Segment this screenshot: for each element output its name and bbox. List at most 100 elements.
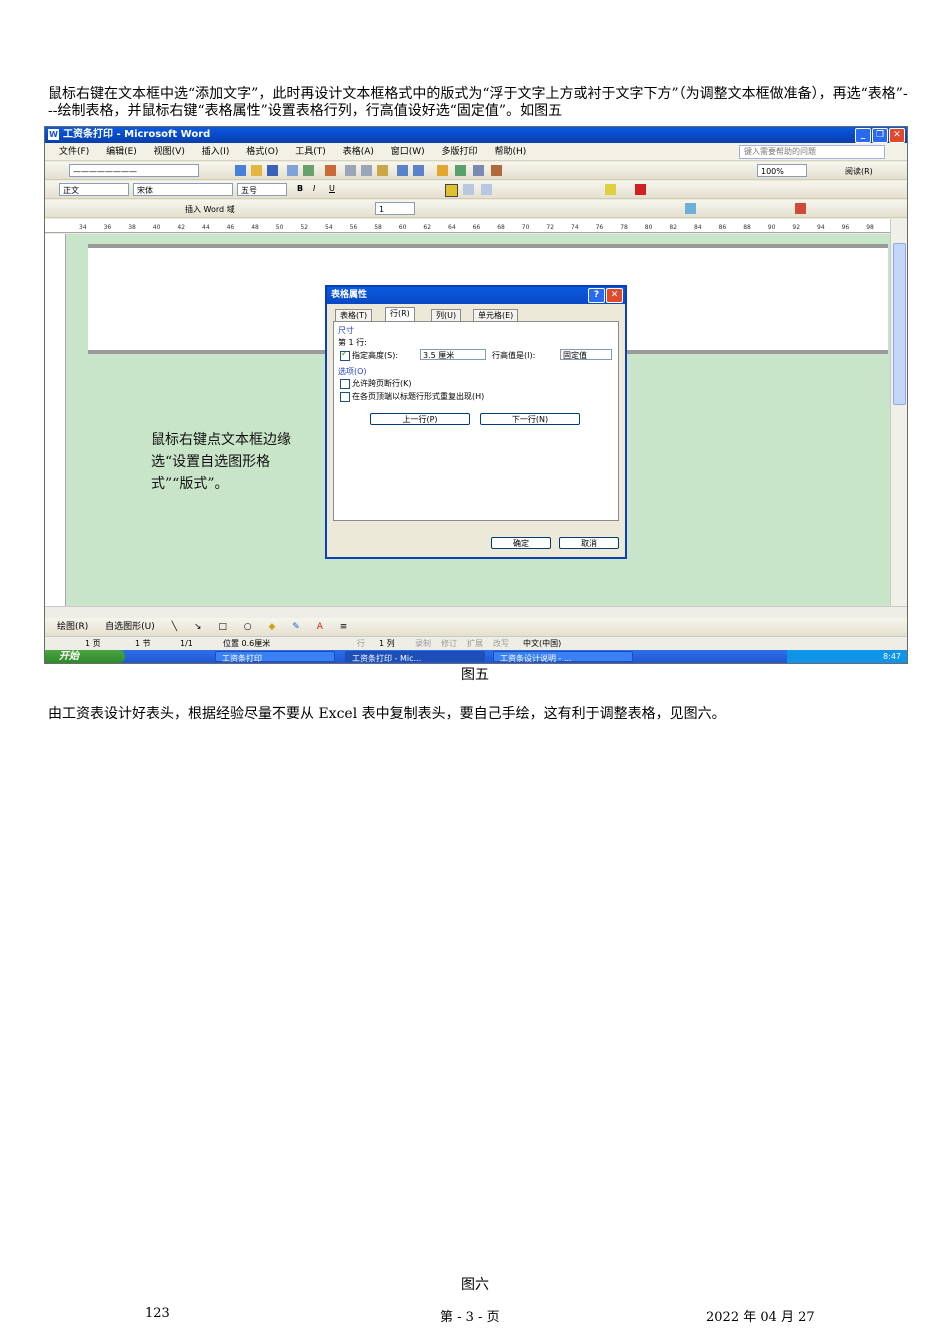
standard-toolbar: ———————— 100% 阅读(R) — [45, 162, 907, 180]
formatting-toolbar: 正文 宋体 五号 B I U — [45, 181, 907, 199]
help-search-input[interactable]: 键入需要帮助的问题 — [739, 145, 885, 159]
underline-icon[interactable]: U — [329, 184, 335, 193]
bold-icon[interactable]: B — [297, 184, 303, 193]
status-bar: 1 页 1 节 1/1 位置 0.6厘米 行 1 列 录制 修订 扩展 改写 中… — [45, 636, 907, 650]
text-color-icon[interactable]: A — [317, 618, 323, 636]
font-combo[interactable]: 宋体 — [133, 183, 233, 196]
italic-icon[interactable]: I — [313, 184, 315, 193]
line-icon[interactable]: ╲ — [172, 618, 177, 636]
previous-row-button[interactable]: 上一行(P) — [370, 413, 470, 425]
menu-window[interactable]: 窗口(W) — [391, 143, 425, 161]
ruler-tick-label: 98 — [866, 224, 874, 231]
font-color-icon[interactable] — [635, 184, 646, 195]
draw-menu[interactable]: 绘图(R) — [57, 618, 88, 636]
style-combo[interactable]: 正文 — [59, 183, 129, 196]
record-number-field[interactable]: 1 — [375, 202, 415, 215]
status-trk[interactable]: 修订 — [441, 637, 457, 651]
oval-icon[interactable]: ○ — [244, 618, 252, 636]
vertical-scrollbar[interactable] — [890, 219, 907, 606]
minimize-icon[interactable]: _ — [855, 128, 871, 143]
dialog-close-icon[interactable]: ✕ — [606, 288, 623, 303]
zoom-combo[interactable]: 100% — [757, 164, 807, 177]
copy-icon[interactable] — [361, 165, 372, 176]
horizontal-scrollbar[interactable] — [45, 606, 907, 618]
print-preview-icon[interactable] — [303, 165, 314, 176]
repeat-header-checkbox[interactable] — [340, 392, 350, 402]
menu-table[interactable]: 表格(A) — [343, 143, 374, 161]
menu-multi-print[interactable]: 多版打印 — [442, 143, 478, 161]
ruler-tick-label: 38 — [128, 224, 136, 231]
spelling-icon[interactable] — [325, 165, 336, 176]
insert-excel-icon[interactable] — [455, 165, 466, 176]
open-folder-icon[interactable] — [251, 165, 262, 176]
task-word-other[interactable]: 工资条设计说明 - ... — [493, 651, 633, 663]
ruler-tick-label: 78 — [620, 224, 628, 231]
menu-view[interactable]: 视图(V) — [154, 143, 185, 161]
table-properties-dialog: 表格属性 ? ✕ 表格(T) 行(R) 列(U) 单元格(E) 尺寸 第 1 行… — [325, 285, 627, 559]
arrow-icon[interactable]: ↘ — [194, 618, 202, 636]
line-style-icon[interactable]: ≡ — [340, 618, 348, 636]
ok-button[interactable]: 确定 — [491, 537, 551, 549]
align-right-icon[interactable] — [481, 184, 492, 195]
allow-break-checkbox[interactable] — [340, 379, 350, 389]
read-button[interactable]: 阅读(R) — [845, 166, 873, 177]
ruler-tick-label: 84 — [694, 224, 702, 231]
cut-icon[interactable] — [345, 165, 356, 176]
menu-insert[interactable]: 插入(I) — [202, 143, 230, 161]
task-explorer[interactable]: 工资条打印 — [215, 651, 335, 663]
vertical-ruler[interactable] — [45, 234, 66, 606]
new-document-icon[interactable] — [235, 165, 246, 176]
menu-file[interactable]: 文件(F) — [59, 143, 89, 161]
horizontal-ruler[interactable]: 34 36 38 40 42 44 46 48 50 52 54 56 58 60 62 64 66 68 70 72… — [45, 219, 907, 233]
print-icon[interactable] — [287, 165, 298, 176]
status-ovr[interactable]: 改写 — [493, 637, 509, 651]
redo-icon[interactable] — [413, 165, 424, 176]
insert-word-field-button[interactable]: 插入 Word 域 — [185, 204, 235, 215]
row-height-rule-select[interactable]: 固定值 — [560, 349, 612, 360]
fill-color-icon[interactable]: ◆ — [269, 618, 276, 636]
menu-format[interactable]: 格式(O) — [246, 143, 278, 161]
status-ext[interactable]: 扩展 — [467, 637, 483, 651]
ruler-tick-label: 74 — [571, 224, 579, 231]
line-color-icon[interactable]: ✎ — [292, 618, 300, 636]
task-word-active[interactable]: 工资条打印 - Mic... — [345, 651, 485, 663]
status-language: 中文(中国) — [523, 639, 562, 648]
menu-help[interactable]: 帮助(H) — [494, 143, 526, 161]
help-icon[interactable]: ? — [588, 288, 605, 303]
columns-icon[interactable] — [473, 165, 484, 176]
rectangle-icon[interactable]: □ — [218, 618, 227, 636]
ruler-tick-label: 92 — [792, 224, 800, 231]
start-button[interactable]: 开始 — [45, 650, 125, 663]
ruler-tick-label: 94 — [817, 224, 825, 231]
merge-to-printer-icon[interactable] — [795, 203, 806, 214]
paragraph-2: 由工资表设计好表头，根据经验尽量不要从 Excel 表中复制表头，要自己手绘，这… — [48, 706, 726, 722]
highlight-icon[interactable] — [605, 184, 616, 195]
status-rec[interactable]: 录制 — [415, 637, 431, 651]
close-icon[interactable]: ✕ — [889, 128, 905, 143]
autoshapes-menu[interactable]: 自选图形(U) — [105, 618, 155, 636]
drawing-icon[interactable] — [491, 165, 502, 176]
next-row-button[interactable]: 下一行(N) — [480, 413, 580, 425]
cancel-button[interactable]: 取消 — [559, 537, 619, 549]
tab-row[interactable]: 行(R) — [385, 307, 415, 322]
menu-edit[interactable]: 编辑(E) — [106, 143, 137, 161]
specify-height-checkbox[interactable] — [340, 349, 350, 361]
ruler-tick-label: 42 — [177, 224, 185, 231]
height-input[interactable]: 3.5 厘米 — [420, 349, 486, 360]
font-size-combo[interactable]: 五号 — [237, 183, 287, 196]
undo-icon[interactable] — [397, 165, 408, 176]
paste-icon[interactable] — [377, 165, 388, 176]
save-icon[interactable] — [267, 165, 278, 176]
line-style-combo[interactable]: ———————— — [69, 164, 199, 177]
ruler-tick-label: 86 — [719, 224, 727, 231]
figure-5-word-screenshot: W 工资条打印 - Microsoft Word _ ❐ ✕ 文件(F) 编辑(… — [44, 126, 908, 664]
menu-tools[interactable]: 工具(T) — [295, 143, 326, 161]
merge-to-document-icon[interactable] — [685, 203, 696, 214]
insert-table-icon[interactable] — [437, 165, 448, 176]
scroll-thumb[interactable] — [893, 243, 906, 405]
restore-icon[interactable]: ❐ — [872, 128, 888, 143]
ruler-tick-label: 50 — [276, 224, 284, 231]
align-left-icon[interactable] — [445, 184, 458, 197]
align-center-icon[interactable] — [463, 184, 474, 195]
ruler-tick-label: 46 — [227, 224, 235, 231]
